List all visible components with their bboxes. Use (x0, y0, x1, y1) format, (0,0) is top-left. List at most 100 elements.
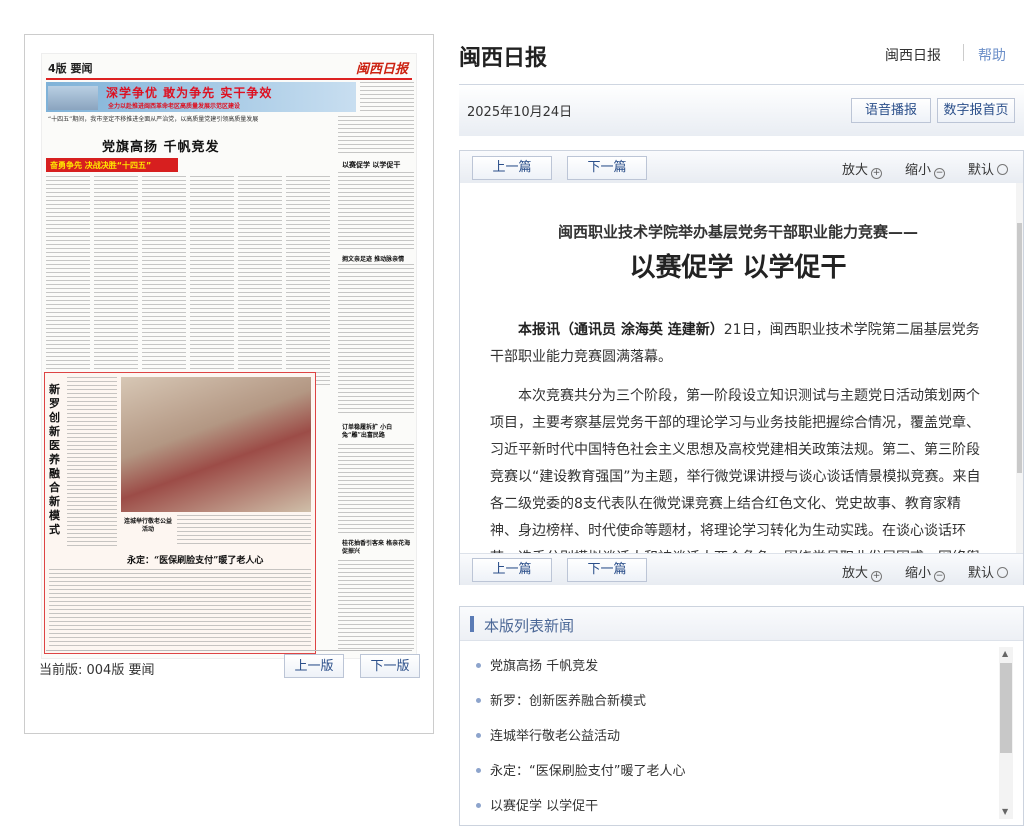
list-item-label: 永定：“医保刷脸支付”暖了老人心 (490, 764, 686, 779)
help-link[interactable]: 帮助 (978, 45, 1006, 65)
news-list-heading: 本版列表新闻 (484, 617, 575, 635)
paper-header: 4版 要闻 闽西日报 (46, 58, 412, 80)
list-item[interactable]: 以赛促学 以学促干 (476, 795, 598, 814)
zoom-default-button[interactable]: 默认 (968, 159, 1009, 178)
list-item-label: 新罗：创新医养融合新模式 (490, 694, 647, 709)
side-title-4[interactable]: 桂花抽香引客来 格亲花海促振兴 (342, 540, 414, 556)
list-item-label: 连城举行敬老公益活动 (490, 729, 621, 744)
newspaper-preview-pane: 4版 要闻 闽西日报 深学争优 敢为争先 实干争效 全力以赴推进闽西革命老区高质… (24, 34, 434, 734)
circle-icon (997, 164, 1009, 175)
paper-footer (46, 650, 412, 656)
paper-red-bar: 奋勇争先 决战决胜“十四五” (46, 158, 178, 172)
zoom-out-label: 缩小 (905, 163, 932, 178)
zoom-in-label: 放大 (842, 163, 869, 178)
text-column (190, 176, 234, 386)
plus-circle-icon: + (871, 571, 883, 582)
text-column (46, 176, 90, 386)
newspaper-page-image[interactable]: 4版 要闻 闽西日报 深学争优 敢为争先 实干争效 全力以赴推进闽西革命老区高质… (41, 53, 417, 659)
prev-article-button-bottom[interactable]: 上一篇 (472, 558, 552, 582)
article-scrollbar[interactable] (1016, 183, 1023, 553)
issue-date: 2025年10月24日 (467, 105, 573, 120)
side-title-3[interactable]: 订单稳履拆扩 小白兔“雕”出富民路 (342, 424, 414, 440)
paper-headline[interactable]: 党旗高扬 千帆竞发 (102, 136, 220, 155)
digital-home-button[interactable]: 数字报首页 (937, 98, 1015, 123)
paper-banner: 深学争优 敢为争先 实干争效 全力以赴推进闽西革命老区高质量发展示范区建设 (46, 82, 356, 112)
zoom-in-label: 放大 (842, 566, 869, 581)
news-list-scrollbar-thumb[interactable] (1000, 663, 1012, 753)
list-item[interactable]: 永定：“医保刷脸支付”暖了老人心 (476, 760, 685, 779)
minus-circle-icon: − (934, 571, 946, 582)
date-toolbar: 2025年10月24日 语音播报 数字报首页 (459, 84, 1024, 136)
box-headline: 永定：“医保刷脸支付”暖了老人心 (127, 556, 264, 566)
text-column (338, 172, 414, 252)
home-link[interactable]: 闽西日报 (885, 45, 941, 65)
box-vertical-title: 新罗创新医养融合新模式 (49, 383, 60, 536)
list-item-label: 党旗高扬 千帆竞发 (490, 659, 599, 674)
article-paragraph: 本报讯（通讯员 涂海英 连建新）21日，闽西职业技术学院第二届基层党务干部职业能… (490, 317, 986, 371)
zoom-default-button-bottom[interactable]: 默认 (968, 562, 1009, 581)
page-news-list: 本版列表新闻 党旗高扬 千帆竞发 新罗：创新医养融合新模式 连城举行敬老公益活动… (459, 606, 1024, 826)
prev-page-button[interactable]: 上一版 (284, 654, 344, 678)
photo-caption: 连城举行敬老公益活动 (123, 518, 172, 533)
text-column (142, 176, 186, 386)
text-column (338, 264, 414, 414)
text-column (177, 515, 311, 545)
zoom-out-button[interactable]: 缩小 − (905, 159, 946, 179)
bullet-icon (476, 733, 481, 738)
text-column (286, 176, 330, 386)
bullet-icon (476, 768, 481, 773)
banner-title: 深学争优 敢为争先 实干争效 (106, 86, 273, 100)
prev-article-button[interactable]: 上一篇 (472, 156, 552, 180)
plus-circle-icon: + (871, 168, 883, 179)
text-column (360, 82, 414, 112)
side-title-1[interactable]: 以赛促学 以学促干 (342, 160, 400, 170)
list-item[interactable]: 新罗：创新医养融合新模式 (476, 690, 646, 709)
paper-lead: “十四五”期间，我市坚定不移推进全面从严治党，以高质量党建引领高质量发展 (48, 116, 259, 123)
article-byline: 本报讯（通讯员 涂海英 连建新） (518, 322, 724, 338)
article-body: 本报讯（通讯员 涂海英 连建新）21日，闽西职业技术学院第二届基层党务干部职业能… (490, 317, 986, 553)
bullet-icon (476, 698, 481, 703)
current-page-label: 当前版: 004版 要闻 (39, 663, 155, 678)
boxed-story[interactable]: 新罗创新医养融合新模式 连城举行敬老公益活动 永定：“医保刷脸支付”暖了老人心 (44, 372, 316, 654)
list-item[interactable]: 连城举行敬老公益活动 (476, 725, 620, 744)
next-page-button[interactable]: 下一版 (360, 654, 420, 678)
news-list-header: 本版列表新闻 (460, 607, 1023, 641)
minus-circle-icon: − (934, 168, 946, 179)
article-paragraph: 本次竞赛共分为三个阶段，第一阶段设立知识测试与主题党日活动策划两个项目，主要考察… (490, 388, 981, 553)
site-title: 闽西日报 (459, 46, 548, 71)
header-divider (963, 44, 964, 61)
side-title-2[interactable]: 拥文亲足迹 推动脉亲情 (342, 254, 404, 263)
article-content: 闽西职业技术学院举办基层党务干部职业能力竞赛—— 以赛促学 以学促干 本报讯（通… (460, 183, 1016, 553)
article-pretitle: 闽西职业技术学院举办基层党务干部职业能力竞赛—— (557, 223, 918, 241)
text-column (94, 176, 138, 386)
news-list-scrollbar[interactable]: ▲ ▼ (999, 647, 1013, 819)
scroll-down-icon[interactable]: ▼ (1002, 808, 1008, 816)
banner-building-image (48, 86, 98, 110)
text-column (49, 569, 311, 649)
scroll-up-icon[interactable]: ▲ (1002, 650, 1008, 658)
audio-broadcast-button[interactable]: 语音播报 (851, 98, 931, 123)
text-column (238, 176, 282, 386)
bullet-icon (476, 803, 481, 808)
zoom-in-button-bottom[interactable]: 放大 + (842, 562, 883, 582)
article-title: 以赛促学 以学促干 (629, 253, 847, 283)
text-column (338, 560, 414, 652)
paper-masthead: 闽西日报 (355, 62, 408, 77)
zoom-out-button-bottom[interactable]: 缩小 − (905, 562, 946, 582)
text-column (338, 116, 414, 156)
bullet-icon (476, 663, 481, 668)
next-article-button[interactable]: 下一篇 (567, 156, 647, 180)
next-article-button-bottom[interactable]: 下一篇 (567, 558, 647, 582)
zoom-out-label: 缩小 (905, 566, 932, 581)
article-scrollbar-thumb[interactable] (1017, 223, 1022, 473)
article-nav-bottom: 上一篇 下一篇 放大 + 缩小 − 默认 (460, 553, 1023, 585)
zoom-default-label: 默认 (968, 163, 995, 178)
paper-edition-label: 4版 要闻 (48, 62, 93, 75)
zoom-in-button[interactable]: 放大 + (842, 159, 883, 179)
list-item-label: 以赛促学 以学促干 (490, 799, 599, 814)
text-column (338, 444, 414, 534)
article-nav-top: 上一篇 下一篇 放大 + 缩小 − 默认 (460, 151, 1023, 183)
header-accent-bar (470, 616, 474, 632)
zoom-default-label: 默认 (968, 566, 995, 581)
list-item[interactable]: 党旗高扬 千帆竞发 (476, 655, 598, 674)
